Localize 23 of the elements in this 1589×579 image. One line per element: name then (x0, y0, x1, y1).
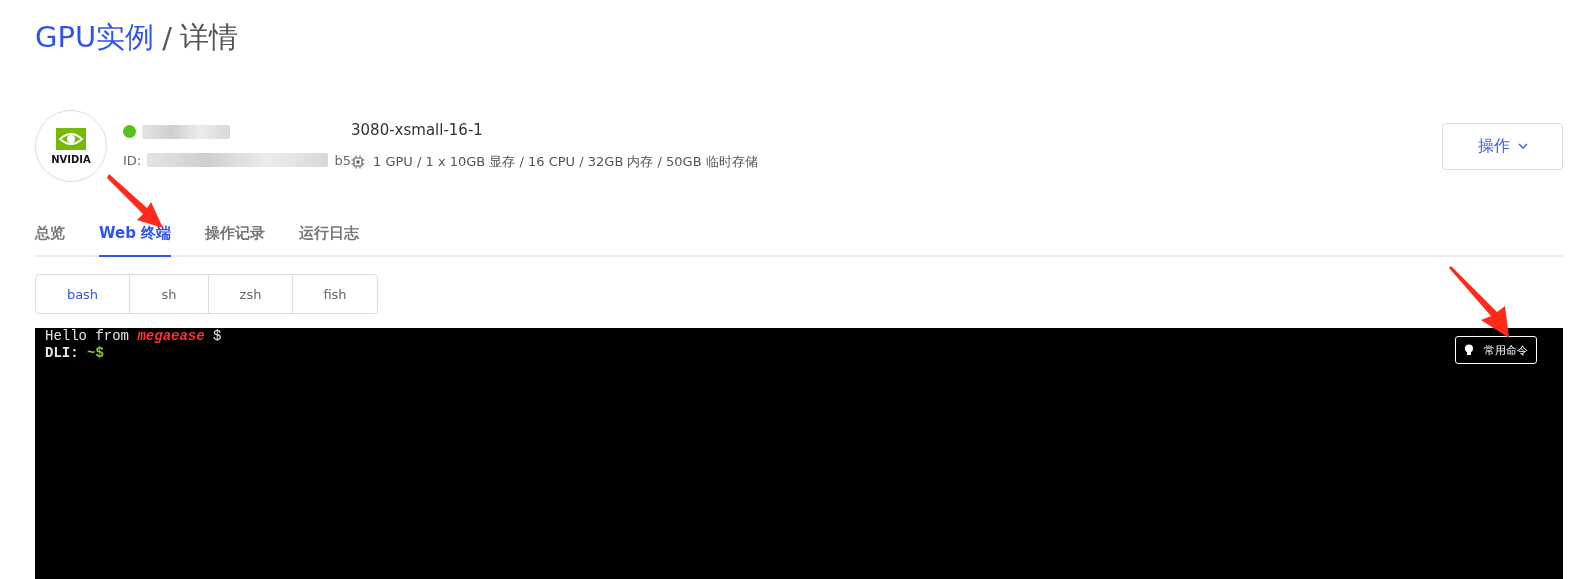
chip-icon (351, 155, 365, 169)
lightbulb-icon (1464, 344, 1474, 356)
caret-icon (1517, 143, 1528, 149)
id-tail: b5 (334, 152, 351, 168)
tab[interactable]: 运行日志 (299, 216, 360, 257)
common-commands-button[interactable]: 常用命令 (1455, 336, 1537, 364)
shell-tab[interactable]: bash (35, 274, 130, 314)
spec-name: 3080-xsmall-16-1 (351, 121, 484, 139)
tab[interactable]: 操作记录 (205, 216, 266, 257)
terminal-line: DLI: ~$ (45, 345, 104, 362)
breadcrumb-link[interactable]: GPU实例 (35, 18, 155, 58)
shell-tab[interactable]: sh (129, 274, 209, 314)
actions-button[interactable]: 操作 (1442, 122, 1563, 170)
shell-tab[interactable]: zsh (208, 274, 293, 314)
terminal[interactable]: Hello from megaease $ DLI: ~$ 常用命令 (35, 328, 1563, 579)
page-title: 详情 (179, 19, 238, 56)
eye-icon (56, 127, 86, 150)
breadcrumb-separator: / (162, 21, 172, 55)
terminal-line: Hello from megaease $ (45, 328, 222, 345)
shell-tab[interactable]: fish (292, 274, 378, 314)
id-label: ID: (123, 152, 142, 168)
tab[interactable]: 总览 (35, 216, 65, 257)
spec-detail: 1 GPU / 1 x 10GB 显存 / 16 CPU / 32GB 内存 / 50GB 临时存储 (373, 153, 758, 171)
